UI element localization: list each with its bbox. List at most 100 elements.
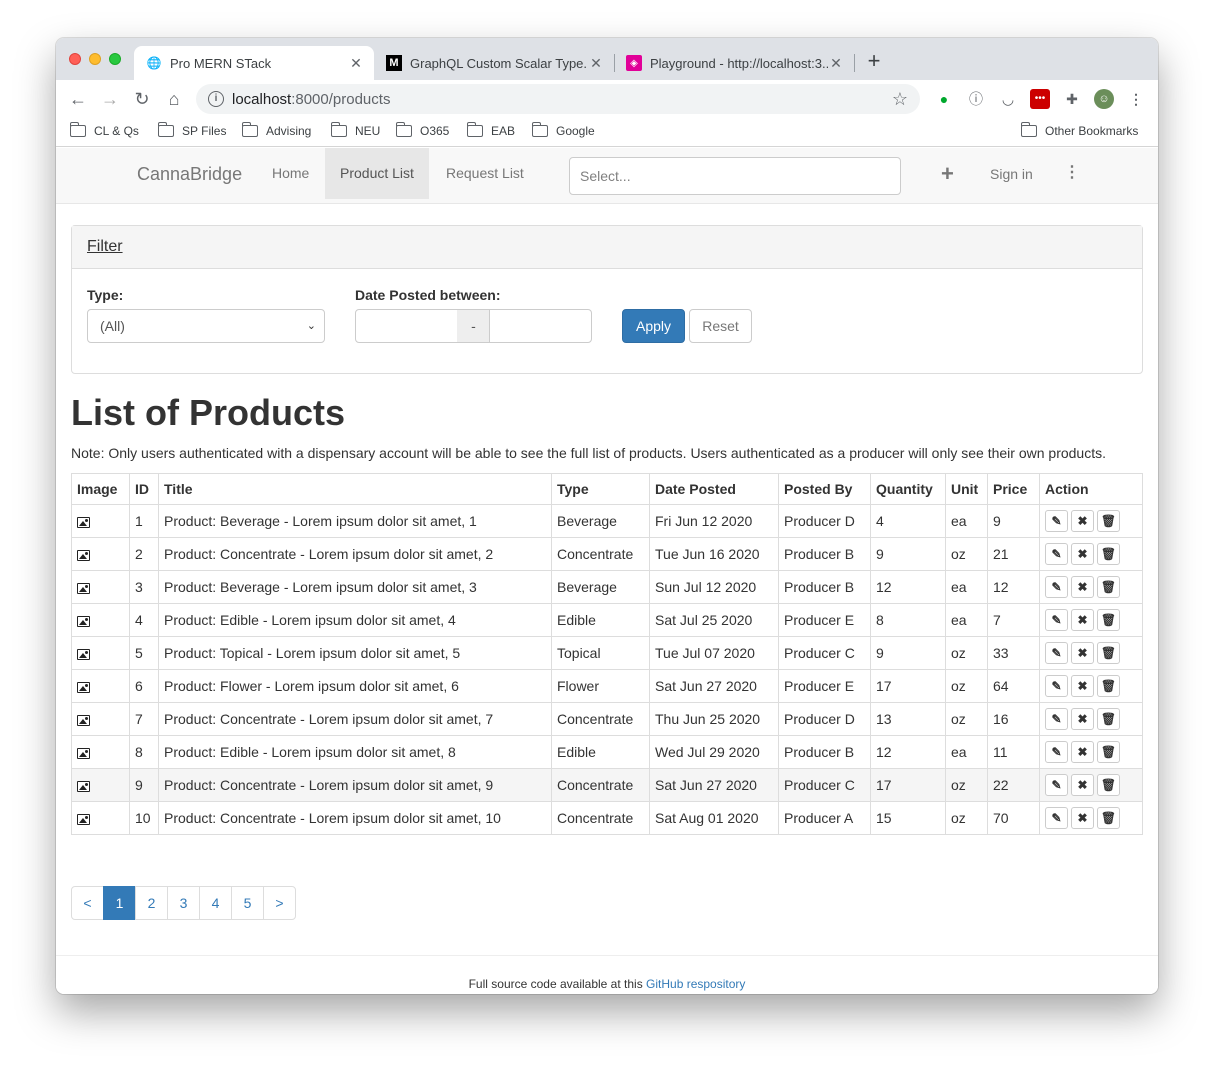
nav-request-list[interactable]: Request List xyxy=(431,148,539,199)
minimize-window-button[interactable] xyxy=(89,53,101,65)
add-plus-icon[interactable]: + xyxy=(941,161,954,187)
prev-page-button[interactable]: < xyxy=(71,886,104,920)
image-icon[interactable] xyxy=(77,714,90,726)
nav-home[interactable]: Home xyxy=(257,148,324,199)
maximize-window-button[interactable] xyxy=(109,53,121,65)
bookmark-folder[interactable]: Advising xyxy=(241,122,311,138)
reset-button[interactable]: Reset xyxy=(689,309,752,343)
page-4-button[interactable]: 4 xyxy=(199,886,232,920)
edit-icon[interactable]: ✎ xyxy=(1045,642,1068,664)
image-icon[interactable] xyxy=(77,516,90,528)
trash-icon[interactable]: 🗑 xyxy=(1097,510,1120,532)
date-label: Date Posted between: xyxy=(355,287,501,303)
filter-title[interactable]: Filter xyxy=(87,238,123,255)
page-2-button[interactable]: 2 xyxy=(135,886,168,920)
trash-icon[interactable]: 🗑 xyxy=(1097,675,1120,697)
date-from-input[interactable] xyxy=(355,309,458,343)
bookmark-star-icon[interactable]: ☆ xyxy=(892,89,908,110)
edit-icon[interactable]: ✎ xyxy=(1045,708,1068,730)
github-link[interactable]: GitHub respository xyxy=(646,977,745,991)
edit-icon[interactable]: ✎ xyxy=(1045,675,1068,697)
nav-product-list[interactable]: Product List xyxy=(325,148,429,199)
date-cell: Sat Jun 27 2020 xyxy=(649,669,779,703)
more-menu-icon[interactable]: ⋮ xyxy=(1064,162,1080,182)
close-icon[interactable]: ✖ xyxy=(1071,708,1094,730)
trash-icon[interactable]: 🗑 xyxy=(1097,774,1120,796)
trash-icon[interactable]: 🗑 xyxy=(1097,543,1120,565)
unit-cell: oz xyxy=(945,702,988,736)
edit-icon[interactable]: ✎ xyxy=(1045,807,1068,829)
trash-icon[interactable]: 🗑 xyxy=(1097,609,1120,631)
bookmark-folder[interactable]: SP Files xyxy=(157,122,226,138)
profile-avatar-icon[interactable]: ☺ xyxy=(1094,89,1114,109)
bookmark-folder[interactable]: Google xyxy=(531,122,595,138)
image-icon[interactable] xyxy=(77,747,90,759)
trash-icon[interactable]: 🗑 xyxy=(1097,741,1120,763)
edit-icon[interactable]: ✎ xyxy=(1045,774,1068,796)
edit-icon[interactable]: ✎ xyxy=(1045,576,1068,598)
page-3-button[interactable]: 3 xyxy=(167,886,200,920)
close-icon[interactable]: ✖ xyxy=(1071,807,1094,829)
browser-tab-3[interactable]: ◈ Playground - http://localhost:3... ✕ xyxy=(614,46,854,80)
close-icon[interactable]: ✖ xyxy=(1071,675,1094,697)
apply-button[interactable]: Apply xyxy=(622,309,685,343)
image-icon[interactable] xyxy=(77,549,90,561)
sign-in-link[interactable]: Sign in xyxy=(990,166,1033,182)
image-icon[interactable] xyxy=(77,615,90,627)
other-bookmarks[interactable]: Other Bookmarks xyxy=(1020,122,1138,138)
trash-icon[interactable]: 🗑 xyxy=(1097,807,1120,829)
home-icon[interactable]: ⌂ xyxy=(162,87,186,111)
edit-icon[interactable]: ✎ xyxy=(1045,741,1068,763)
close-window-button[interactable] xyxy=(69,53,81,65)
image-icon[interactable] xyxy=(77,582,90,594)
browser-menu-icon[interactable]: ⋮ xyxy=(1126,89,1146,109)
close-icon[interactable]: ✖ xyxy=(1071,543,1094,565)
edit-icon[interactable]: ✎ xyxy=(1045,543,1068,565)
image-cell xyxy=(71,768,130,802)
search-select[interactable]: Select... xyxy=(569,157,901,195)
type-select[interactable]: (All) ⌄ xyxy=(87,309,325,343)
tab-close-icon[interactable]: ✕ xyxy=(348,55,364,72)
close-icon[interactable]: ✖ xyxy=(1071,510,1094,532)
pocket-icon[interactable]: ◡ xyxy=(998,89,1018,109)
address-bar[interactable]: i localhost :8000/products ☆ xyxy=(196,84,920,114)
back-arrow-icon[interactable]: ← xyxy=(66,87,90,111)
browser-tab-1[interactable]: 🌐 Pro MERN STack ✕ xyxy=(134,46,374,80)
page-1-button[interactable]: 1 xyxy=(103,886,136,920)
site-info-icon[interactable]: i xyxy=(208,91,224,107)
close-icon[interactable]: ✖ xyxy=(1071,609,1094,631)
close-icon[interactable]: ✖ xyxy=(1071,741,1094,763)
close-icon[interactable]: ✖ xyxy=(1071,642,1094,664)
edit-icon[interactable]: ✎ xyxy=(1045,510,1068,532)
image-icon[interactable] xyxy=(77,648,90,660)
bookmark-folder[interactable]: O365 xyxy=(395,122,449,138)
edit-icon[interactable]: ✎ xyxy=(1045,609,1068,631)
forward-arrow-icon[interactable]: → xyxy=(98,87,122,111)
tab-close-icon[interactable]: ✕ xyxy=(828,55,844,72)
tab-close-icon[interactable]: ✕ xyxy=(588,55,604,72)
reload-icon[interactable]: ↻ xyxy=(130,87,154,111)
bookmark-folder[interactable]: EAB xyxy=(466,122,515,138)
bookmark-folder[interactable]: CL & Qs xyxy=(69,122,139,138)
lastpass-icon[interactable]: ••• xyxy=(1030,89,1050,109)
image-icon[interactable] xyxy=(77,681,90,693)
close-icon[interactable]: ✖ xyxy=(1071,576,1094,598)
brand-logo[interactable]: CannaBridge xyxy=(137,164,242,185)
image-icon[interactable] xyxy=(77,780,90,792)
next-page-button[interactable]: > xyxy=(263,886,296,920)
trash-icon[interactable]: 🗑 xyxy=(1097,708,1120,730)
extension-info-icon[interactable]: ⓘ xyxy=(966,89,986,109)
bookmark-folder[interactable]: NEU xyxy=(330,122,380,138)
extensions-puzzle-icon[interactable]: ✚ xyxy=(1062,89,1082,109)
type-cell: Concentrate xyxy=(551,801,650,835)
trash-icon[interactable]: 🗑 xyxy=(1097,576,1120,598)
filter-panel-header[interactable]: Filter xyxy=(72,226,1142,269)
page-5-button[interactable]: 5 xyxy=(231,886,264,920)
trash-icon[interactable]: 🗑 xyxy=(1097,642,1120,664)
image-icon[interactable] xyxy=(77,813,90,825)
date-to-input[interactable] xyxy=(489,309,592,343)
browser-tab-2[interactable]: M GraphQL Custom Scalar Type... ✕ xyxy=(374,46,614,80)
new-tab-button[interactable]: + xyxy=(862,50,886,74)
evernote-icon[interactable]: ● xyxy=(934,89,954,109)
close-icon[interactable]: ✖ xyxy=(1071,774,1094,796)
